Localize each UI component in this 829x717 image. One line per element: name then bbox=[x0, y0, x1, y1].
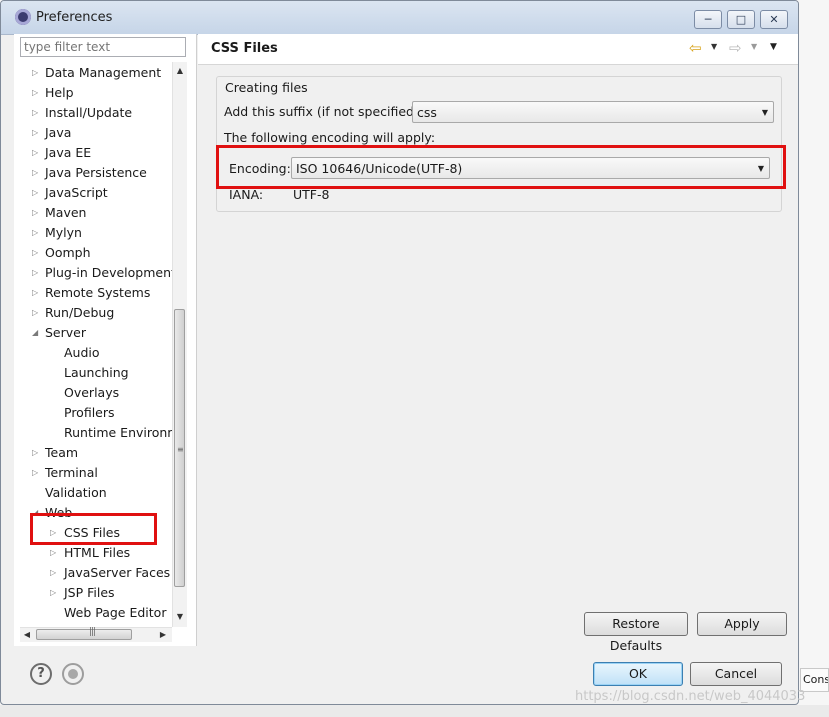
expanded-twisty-icon[interactable]: ◢ bbox=[32, 323, 42, 343]
tree-item-label: JSP Files bbox=[64, 585, 115, 600]
close-button[interactable]: ✕ bbox=[760, 10, 788, 29]
page-title: CSS Files bbox=[211, 41, 278, 56]
collapsed-twisty-icon[interactable]: ▷ bbox=[32, 303, 42, 323]
tree-item-label: Install/Update bbox=[45, 105, 133, 120]
tree-item-label: Server bbox=[45, 325, 86, 340]
collapsed-twisty-icon[interactable]: ▷ bbox=[32, 163, 42, 183]
vertical-scrollbar[interactable]: ▲ ≡ ▼ bbox=[172, 62, 187, 627]
tree-item-label: Terminal bbox=[45, 465, 98, 480]
scroll-thumb[interactable]: ≡ bbox=[174, 309, 185, 587]
background-strip bbox=[0, 705, 829, 717]
collapsed-twisty-icon[interactable]: ▷ bbox=[50, 583, 60, 603]
suffix-label: Add this suffix (if not specified): bbox=[224, 104, 424, 119]
group-title: Creating files bbox=[225, 80, 308, 95]
horizontal-scroll-thumb[interactable]: ||| bbox=[36, 627, 132, 640]
collapsed-twisty-icon[interactable]: ▷ bbox=[32, 243, 42, 263]
tree-item-label: Profilers bbox=[64, 405, 115, 420]
tree-item-label: Data Management bbox=[45, 65, 162, 80]
back-menu-icon[interactable]: ▼ bbox=[711, 42, 717, 51]
maximize-button[interactable]: □ bbox=[727, 10, 755, 29]
help-icon[interactable]: ? bbox=[30, 663, 52, 685]
forward-menu-icon[interactable]: ▼ bbox=[751, 42, 757, 51]
tree-item-label: JavaServer Faces T bbox=[64, 565, 172, 580]
tree-item-label: Help bbox=[45, 85, 74, 100]
preference-page: CSS Files ⇦ ▼ ⇨ ▼ ▼ Creating files Add t… bbox=[198, 34, 798, 653]
tree-item-label: Java bbox=[45, 125, 72, 140]
collapsed-twisty-icon[interactable]: ▷ bbox=[32, 83, 42, 103]
suffix-value: css bbox=[417, 105, 437, 120]
filter-input[interactable] bbox=[20, 37, 186, 57]
minimize-button[interactable]: ─ bbox=[694, 10, 722, 29]
creating-files-group: Creating files Add this suffix (if not s… bbox=[216, 76, 782, 212]
restore-defaults-button[interactable]: Restore Defaults bbox=[584, 612, 688, 653]
tree-item-label: Java EE bbox=[45, 145, 92, 160]
tree-item-label: Plug-in Development bbox=[45, 265, 172, 280]
collapsed-twisty-icon[interactable]: ▷ bbox=[32, 283, 42, 303]
tree-item-label: JavaScript bbox=[45, 185, 108, 200]
scroll-up-arrow-icon[interactable]: ▲ bbox=[173, 64, 187, 78]
tree-item-label: Web Page Editor bbox=[64, 605, 167, 620]
collapsed-twisty-icon[interactable]: ▷ bbox=[32, 143, 42, 163]
suffix-combo[interactable]: css ▼ bbox=[412, 101, 774, 123]
scroll-right-arrow-icon[interactable]: ▶ bbox=[156, 628, 170, 642]
collapsed-twisty-icon[interactable]: ▷ bbox=[32, 63, 42, 83]
apply-button[interactable]: Apply bbox=[697, 612, 787, 636]
cancel-button[interactable]: Cancel bbox=[690, 662, 782, 686]
preference-tree: ▷ Data Management ▷ Help ▷ Install/Update ▷ Jav… bbox=[14, 62, 172, 638]
tree-item-label: Java Persistence bbox=[45, 165, 147, 180]
scroll-down-arrow-icon[interactable]: ▼ bbox=[173, 610, 187, 624]
tree-item-label: Overlays bbox=[64, 385, 120, 400]
tree-item-label: Runtime Environme bbox=[64, 425, 172, 440]
tree-item-label: Maven bbox=[45, 205, 87, 220]
ok-button[interactable]: OK bbox=[593, 662, 683, 686]
tree-item-label: Remote Systems bbox=[45, 285, 151, 300]
tree-item-label: Oomph bbox=[45, 245, 91, 260]
css-files-highlight-box bbox=[30, 513, 157, 545]
view-menu-icon[interactable]: ▼ bbox=[770, 42, 777, 52]
watermark: https://blog.csdn.net/web_4044033 bbox=[575, 689, 806, 704]
tree-item-label: Launching bbox=[64, 365, 129, 380]
tree-item-label: Validation bbox=[45, 485, 107, 500]
back-arrow-icon[interactable]: ⇦ bbox=[689, 39, 702, 57]
tree-item-label: HTML Files bbox=[64, 545, 131, 560]
collapsed-twisty-icon[interactable]: ▷ bbox=[32, 123, 42, 143]
collapsed-twisty-icon[interactable]: ▷ bbox=[32, 203, 42, 223]
collapsed-twisty-icon[interactable]: ▷ bbox=[32, 463, 42, 483]
preferences-dialog: Preferences ─ □ ✕ ▷Data Management▷Help▷… bbox=[0, 0, 799, 705]
tree-item-label: Audio bbox=[64, 345, 100, 360]
window-title: Preferences bbox=[36, 10, 113, 25]
collapsed-twisty-icon[interactable]: ▷ bbox=[50, 563, 60, 583]
chevron-down-icon: ▼ bbox=[761, 108, 768, 117]
collapsed-twisty-icon[interactable]: ▷ bbox=[32, 223, 42, 243]
preference-tree-pane: ▷Data Management▷Help▷Install/Update▷Jav… bbox=[14, 34, 197, 646]
encoding-note: The following encoding will apply: bbox=[224, 130, 436, 145]
page-header: CSS Files ⇦ ▼ ⇨ ▼ ▼ bbox=[198, 34, 798, 65]
collapsed-twisty-icon[interactable]: ▷ bbox=[32, 443, 42, 463]
collapsed-twisty-icon[interactable]: ▷ bbox=[32, 103, 42, 123]
record-icon[interactable] bbox=[62, 663, 84, 685]
collapsed-twisty-icon[interactable]: ▷ bbox=[50, 543, 60, 563]
tree-item-label: Mylyn bbox=[45, 225, 82, 240]
iana-label: IANA: bbox=[229, 187, 264, 202]
collapsed-twisty-icon[interactable]: ▷ bbox=[32, 263, 42, 283]
iana-value: UTF-8 bbox=[293, 187, 330, 202]
grip-icon: ≡ bbox=[177, 445, 184, 454]
tree-item-label: Team bbox=[45, 445, 79, 460]
collapsed-twisty-icon[interactable]: ▷ bbox=[32, 183, 42, 203]
title-bar[interactable]: Preferences ─ □ ✕ bbox=[1, 1, 798, 35]
eclipse-icon bbox=[15, 9, 31, 25]
encoding-highlight-box bbox=[216, 145, 786, 189]
hgrip-icon: ||| bbox=[89, 627, 96, 637]
forward-arrow-icon[interactable]: ⇨ bbox=[729, 39, 742, 57]
tree-item-label: Run/Debug bbox=[45, 305, 115, 320]
scroll-left-arrow-icon[interactable]: ◀ bbox=[20, 628, 34, 642]
horizontal-scrollbar[interactable]: ◀ ||| ▶ bbox=[20, 627, 172, 642]
